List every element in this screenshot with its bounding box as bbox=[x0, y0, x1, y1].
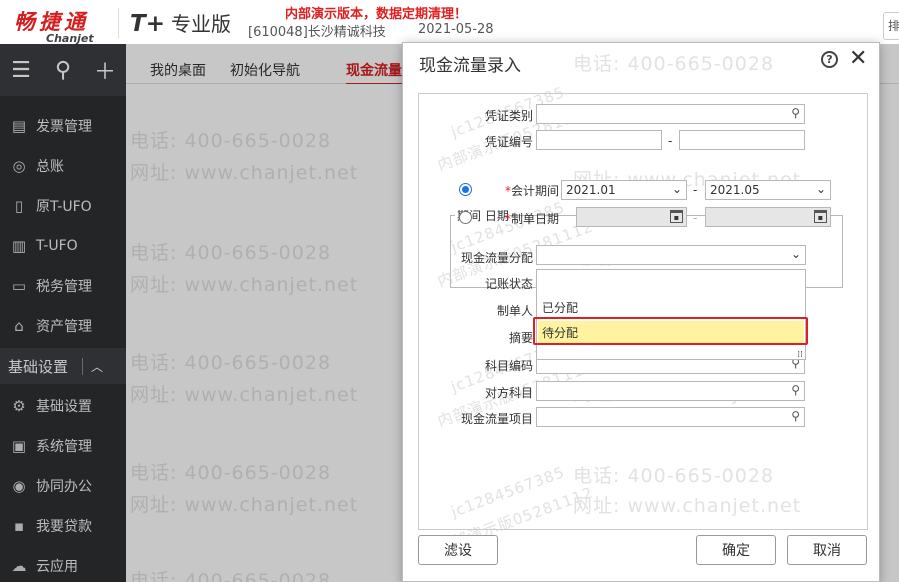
create-date-label: *制单日期 bbox=[504, 212, 559, 226]
close-icon[interactable]: ✕ bbox=[849, 46, 867, 71]
creator-label: 制单人 bbox=[496, 304, 533, 318]
company-name: [610048]长沙精诚科技 bbox=[248, 25, 386, 40]
cashflow-item-label: 现金流量项目 bbox=[460, 412, 533, 426]
voucher-no-from-input[interactable] bbox=[536, 130, 662, 150]
product-edition: 专业版 bbox=[170, 12, 231, 36]
accounting-period-label: *会计期间 bbox=[504, 184, 559, 198]
calendar-icon[interactable]: ▪ bbox=[670, 210, 683, 223]
voucher-no-to-input[interactable] bbox=[679, 130, 805, 150]
cashflow-alloc-select[interactable]: ⌄ bbox=[536, 245, 806, 265]
create-date-from-input[interactable]: ▪ bbox=[576, 207, 687, 227]
help-icon[interactable]: ? bbox=[821, 51, 838, 68]
lookup-icon[interactable]: ⚲ bbox=[791, 409, 800, 423]
dialog-form: 凭证类别 ⚲ 凭证编号 - 期间 日期 *会计期间 2021.01 ⌄ - 202… bbox=[418, 93, 868, 530]
product-name: T+ 专业版 bbox=[130, 8, 231, 37]
chevron-down-icon: ⌄ bbox=[815, 182, 826, 196]
dropdown-option-empty[interactable] bbox=[538, 271, 804, 293]
cashflow-alloc-dropdown: 已分配 待分配 ⁞⁞ bbox=[536, 269, 806, 360]
accounting-period-radio[interactable] bbox=[459, 183, 472, 196]
watermark-phone: 电话: 400-665-0028 bbox=[573, 53, 775, 75]
range-dash: - bbox=[668, 134, 673, 148]
cashflow-entry-dialog: 现金流量录入 ? ✕ 电话: 400-665-0028 网址: www.chan… bbox=[402, 42, 880, 582]
cancel-button[interactable]: 取消 bbox=[787, 535, 867, 565]
top-header: 畅捷通 Chanjet T+ 专业版 内部演示版本，数据定期清理！ [610048… bbox=[0, 0, 899, 45]
highlight-frame bbox=[533, 317, 808, 345]
account-code-label: 科目编码 bbox=[484, 359, 533, 373]
lookup-icon[interactable]: ⚲ bbox=[791, 106, 800, 120]
login-date: 2021-05-28 bbox=[418, 22, 494, 37]
summary-label: 摘要 bbox=[508, 331, 533, 345]
contra-account-input[interactable]: ⚲ bbox=[536, 381, 805, 401]
demo-notice: 内部演示版本，数据定期清理！ bbox=[285, 7, 468, 22]
voucher-type-label: 凭证类别 bbox=[484, 109, 533, 123]
chanjet-logo: 畅捷通 Chanjet bbox=[14, 6, 114, 45]
cashflow-item-input[interactable]: ⚲ bbox=[536, 407, 805, 427]
product-brand: T+ bbox=[130, 11, 165, 37]
create-date-radio[interactable] bbox=[459, 211, 472, 224]
chevron-down-icon: ⌄ bbox=[671, 182, 682, 196]
filter-settings-button[interactable]: 滤设 bbox=[418, 535, 498, 565]
period-to-value: 2021.05 bbox=[710, 183, 760, 197]
range-dash: - bbox=[693, 211, 698, 225]
period-from-select[interactable]: 2021.01 ⌄ bbox=[561, 180, 687, 200]
resize-grip-icon[interactable]: ⁞⁞ bbox=[797, 351, 803, 360]
dropdown-option-allocated[interactable]: 已分配 bbox=[538, 296, 804, 318]
period-to-select[interactable]: 2021.05 ⌄ bbox=[705, 180, 831, 200]
header-right-button[interactable]: 排 bbox=[883, 12, 899, 40]
chevron-down-icon: ⌄ bbox=[790, 247, 801, 261]
lookup-icon[interactable]: ⚲ bbox=[791, 383, 800, 397]
range-dash: - bbox=[693, 183, 698, 197]
header-divider bbox=[118, 8, 119, 38]
calendar-icon[interactable]: ▪ bbox=[814, 210, 827, 223]
dialog-title: 现金流量录入 bbox=[419, 56, 521, 76]
ok-button[interactable]: 确定 bbox=[696, 535, 776, 565]
cashflow-alloc-label: 现金流量分配 bbox=[460, 251, 533, 265]
post-status-label: 记账状态 bbox=[484, 277, 533, 291]
create-date-to-input[interactable]: ▪ bbox=[705, 207, 831, 227]
period-from-value: 2021.01 bbox=[566, 183, 616, 197]
voucher-no-label: 凭证编号 bbox=[484, 135, 533, 149]
voucher-type-input[interactable]: ⚲ bbox=[536, 104, 805, 124]
contra-account-label: 对方科目 bbox=[484, 386, 533, 400]
